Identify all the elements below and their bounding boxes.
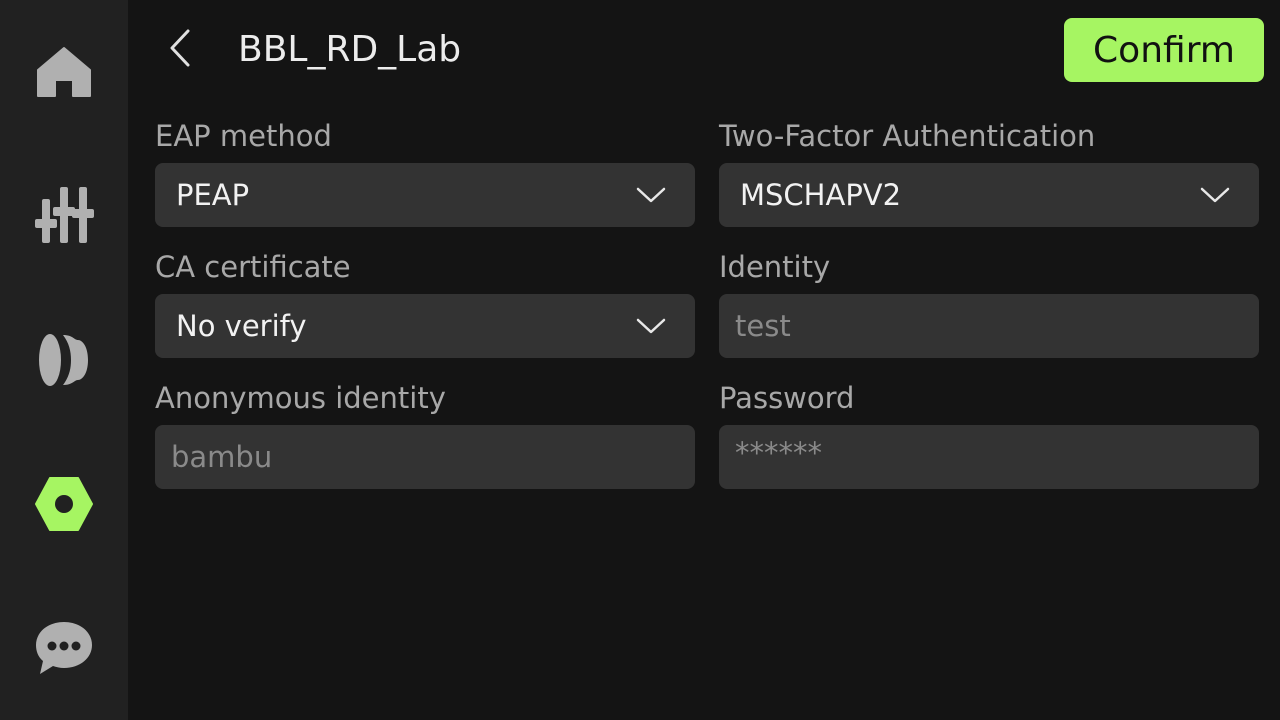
eap-method-label: EAP method <box>155 119 332 153</box>
chat-bubble-icon <box>34 620 94 676</box>
eap-method-dropdown[interactable]: PEAP <box>155 163 695 227</box>
password-input[interactable]: ****** <box>719 425 1259 489</box>
identity-input[interactable]: test <box>719 294 1259 358</box>
sidebar <box>0 0 128 720</box>
sidebar-item-messages[interactable] <box>0 598 128 698</box>
password-placeholder: ****** <box>735 436 822 470</box>
sidebar-item-settings[interactable] <box>0 454 128 554</box>
confirm-button[interactable]: Confirm <box>1064 18 1264 82</box>
two-factor-label: Two-Factor Authentication <box>719 119 1096 153</box>
ca-certificate-label: CA certificate <box>155 250 351 284</box>
sidebar-item-filament[interactable] <box>0 310 128 410</box>
hex-nut-settings-icon <box>34 476 94 532</box>
chevron-left-icon <box>168 28 192 72</box>
anonymous-identity-label: Anonymous identity <box>155 381 446 415</box>
eap-method-value: PEAP <box>176 178 250 212</box>
page-title: BBL_RD_Lab <box>238 29 462 70</box>
filament-spool-icon <box>36 332 92 388</box>
identity-placeholder: test <box>735 309 791 343</box>
identity-label: Identity <box>719 250 831 284</box>
chevron-down-icon <box>1199 183 1231 207</box>
password-label: Password <box>719 381 855 415</box>
chevron-down-icon <box>635 183 667 207</box>
ca-certificate-dropdown[interactable]: No verify <box>155 294 695 358</box>
anonymous-identity-placeholder: bambu <box>171 440 273 474</box>
chevron-down-icon <box>635 314 667 338</box>
sidebar-item-home[interactable] <box>0 22 128 122</box>
sidebar-item-controls[interactable] <box>0 165 128 265</box>
sliders-icon <box>34 185 94 245</box>
home-icon <box>36 44 92 100</box>
anonymous-identity-input[interactable]: bambu <box>155 425 695 489</box>
two-factor-dropdown[interactable]: MSCHAPV2 <box>719 163 1259 227</box>
two-factor-value: MSCHAPV2 <box>740 178 902 212</box>
wifi-enterprise-settings-screen: BBL_RD_Lab Confirm EAP method PEAP Two-F… <box>0 0 1280 720</box>
back-button[interactable] <box>156 26 204 74</box>
ca-certificate-value: No verify <box>176 309 307 343</box>
